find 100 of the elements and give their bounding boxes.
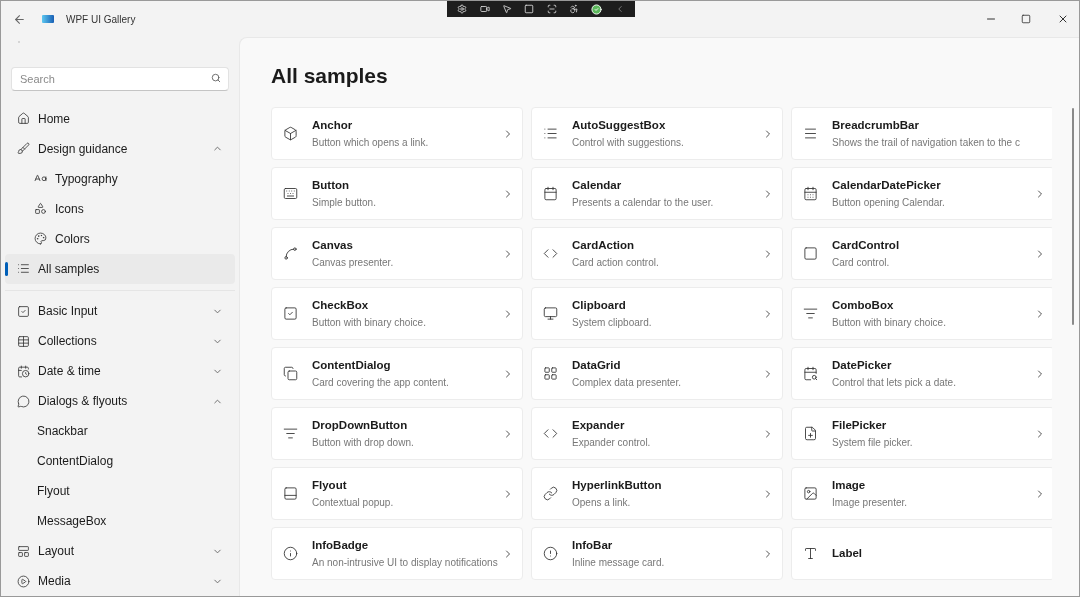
card-description: Card covering the app content.: [312, 375, 450, 390]
card-title: Flyout: [312, 478, 348, 494]
card-description: Presents a calendar to the user.: [572, 195, 715, 210]
card-title: ComboBox: [832, 298, 895, 314]
check-circle-icon[interactable]: [591, 3, 603, 15]
sample-card[interactable]: ComboBox Button with binary choice.: [791, 287, 1052, 340]
card-description: System file picker.: [832, 435, 914, 450]
nav-item[interactable]: Basic Input: [5, 296, 235, 326]
brush-icon: [17, 142, 30, 156]
nav-item[interactable]: Media: [5, 566, 235, 596]
sample-card[interactable]: InfoBar Inline message card.: [531, 527, 783, 580]
card-description: Expander control.: [572, 435, 652, 450]
nav-item[interactable]: Date & time: [5, 356, 235, 386]
calendar-search-icon: [803, 366, 818, 381]
card-title: Button: [312, 178, 351, 194]
card-title: InfoBadge: [312, 538, 370, 554]
list-icon: [17, 262, 30, 276]
shapes-icon: [34, 202, 47, 216]
card-description: Complex data presenter.: [572, 375, 682, 390]
card-description: System clipboard.: [572, 315, 653, 330]
nav-item[interactable]: MessageBox: [5, 506, 235, 536]
card-title: DatePicker: [832, 358, 893, 374]
camera-icon[interactable]: [479, 4, 490, 14]
scrollbar[interactable]: [1072, 108, 1074, 325]
maximize-icon[interactable]: [1021, 14, 1031, 24]
settings-icon[interactable]: [457, 4, 468, 14]
info-icon: [283, 546, 298, 561]
page-title: All samples: [271, 63, 389, 89]
pointer-icon[interactable]: [501, 4, 512, 14]
grid-icon: [543, 366, 558, 381]
card-description: Canvas presenter.: [312, 255, 395, 270]
sample-card[interactable]: DataGrid Complex data presenter.: [531, 347, 783, 400]
card-title: CalendarDatePicker: [832, 178, 942, 194]
card-title: Anchor: [312, 118, 354, 134]
sample-card[interactable]: Expander Expander control.: [531, 407, 783, 460]
card-description: Image presenter.: [832, 495, 909, 510]
sample-card[interactable]: Button Simple button.: [271, 167, 523, 220]
back-arrow-icon[interactable]: [13, 12, 26, 26]
code-icon: [543, 426, 558, 441]
sample-card[interactable]: CardControl Card control.: [791, 227, 1052, 280]
chat-icon: [17, 394, 30, 408]
search-icon[interactable]: [211, 72, 221, 83]
sample-card[interactable]: BreadcrumbBar Shows the trail of navigation taken to the c: [791, 107, 1052, 160]
card-description: Simple button.: [312, 195, 377, 210]
panel-icon: [283, 486, 298, 501]
app-logo-icon: [42, 15, 54, 23]
card-description: Opens a link.: [572, 495, 632, 510]
sample-card[interactable]: CardAction Card action control.: [531, 227, 783, 280]
sample-card[interactable]: Clipboard System clipboard.: [531, 287, 783, 340]
nav-item[interactable]: Snackbar: [5, 416, 235, 446]
sample-card[interactable]: Flyout Contextual popup.: [271, 467, 523, 520]
nav-item[interactable]: ContentDialog: [5, 446, 235, 476]
card-title: Image: [832, 478, 867, 494]
checkbox-icon: [17, 304, 30, 318]
image-icon: [803, 486, 818, 501]
sample-card[interactable]: InfoBadge An non-intrusive UI to display notifications: [271, 527, 523, 580]
nav-item[interactable]: Typography: [5, 163, 235, 194]
card-title: ContentDialog: [312, 358, 392, 374]
sample-card[interactable]: CalendarDatePicker Button opening Calendar.: [791, 167, 1052, 220]
card-description: An non-intrusive UI to display notifications: [312, 555, 499, 570]
nav-item[interactable]: Flyout: [5, 476, 235, 506]
sample-card[interactable]: FilePicker System file picker.: [791, 407, 1052, 460]
nav-item[interactable]: Collections: [5, 326, 235, 356]
sample-card[interactable]: CheckBox Button with binary choice.: [271, 287, 523, 340]
sample-card[interactable]: DatePicker Control that lets pick a date.: [791, 347, 1052, 400]
square-icon[interactable]: [524, 4, 535, 14]
nav-item[interactable]: All samples: [5, 253, 235, 284]
monitor-icon: [543, 306, 558, 321]
card-description: Button with binary choice.: [312, 315, 427, 330]
nav-item[interactable]: Colors: [5, 223, 235, 254]
window-title: WPF UI Gallery: [66, 12, 136, 27]
calendar-icon: [803, 186, 818, 201]
nav-item[interactable]: Design guidance: [5, 133, 235, 164]
selection-indicator: [5, 261, 8, 276]
calendar-clock-icon: [17, 364, 30, 378]
file-plus-icon: [803, 426, 818, 441]
sample-card[interactable]: Calendar Presents a calendar to the user.: [531, 167, 783, 220]
card-description: Button opening Calendar.: [832, 195, 946, 210]
sample-card[interactable]: AutoSuggestBox Control with suggestions.: [531, 107, 783, 160]
nav-item[interactable]: Icons: [5, 193, 235, 224]
nav-item[interactable]: Home: [5, 103, 235, 134]
card-description: Contextual popup.: [312, 495, 395, 510]
card-title: CardAction: [572, 238, 635, 254]
close-icon[interactable]: [1057, 13, 1069, 25]
card-title: Calendar: [572, 178, 623, 194]
sample-card[interactable]: Anchor Button which opens a link.: [271, 107, 523, 160]
nav-item[interactable]: Dialogs & flyouts: [5, 386, 235, 416]
nav-item[interactable]: Layout: [5, 536, 235, 566]
sample-card[interactable]: HyperlinkButton Opens a link.: [531, 467, 783, 520]
card-description: Card action control.: [572, 255, 660, 270]
card-description: Button with binary choice.: [832, 315, 947, 330]
accessibility-icon[interactable]: [569, 4, 580, 14]
search-field[interactable]: Search: [11, 66, 229, 91]
sample-card[interactable]: Image Image presenter.: [791, 467, 1052, 520]
calendar-icon: [543, 186, 558, 201]
sample-card[interactable]: Label: [791, 527, 1052, 580]
sample-card[interactable]: DropDownButton Button with drop down.: [271, 407, 523, 460]
sample-card[interactable]: ContentDialog Card covering the app content.: [271, 347, 523, 400]
sample-card[interactable]: Canvas Canvas presenter.: [271, 227, 523, 280]
scan-icon[interactable]: [546, 4, 557, 14]
